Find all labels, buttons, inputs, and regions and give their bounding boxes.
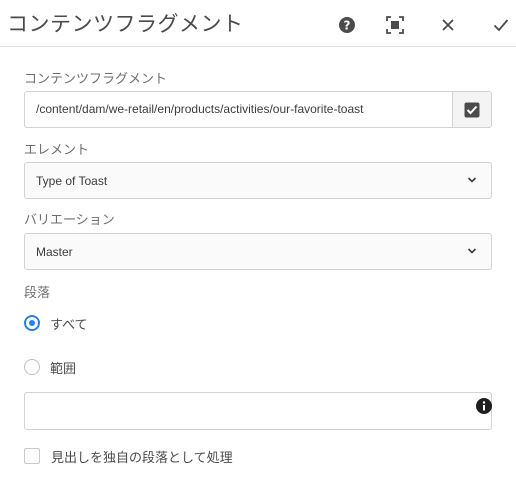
chevron-down-icon [467, 248, 477, 254]
headings-checkbox[interactable] [24, 448, 40, 464]
fragment-path-value[interactable]: /content/dam/we-retail/en/products/activ… [36, 102, 363, 116]
element-select-value: Type of Toast [36, 174, 108, 188]
paragraphs-all-label: すべて [50, 317, 88, 333]
element-select[interactable]: Type of Toast [24, 162, 492, 199]
dialog-header: コンテンツフラグメント ? [0, 0, 516, 47]
dialog-title: コンテンツフラグメント [7, 12, 244, 36]
info-icon[interactable] [476, 398, 492, 414]
paragraphs-range-radio[interactable] [24, 359, 40, 375]
headings-checkbox-row[interactable]: 見出しを独自の段落として処理 [24, 446, 233, 466]
variation-select[interactable]: Master [24, 233, 492, 270]
headings-checkbox-label: 見出しを独自の段落として処理 [51, 450, 233, 466]
paragraphs-all-radio[interactable] [24, 315, 40, 331]
fragment-label: コンテンツフラグメント [24, 72, 168, 87]
fragment-picker-button[interactable] [452, 92, 491, 127]
done-button[interactable] [488, 12, 514, 38]
fragment-path-field[interactable]: /content/dam/we-retail/en/products/activ… [24, 91, 492, 128]
paragraphs-range-label: 範囲 [50, 361, 77, 377]
variation-select-value: Master [36, 245, 73, 259]
fullscreen-button[interactable] [382, 12, 408, 38]
svg-text:?: ? [344, 19, 351, 33]
paragraph-range-input[interactable] [24, 392, 492, 430]
checkmark-icon [493, 19, 509, 32]
close-button[interactable] [435, 12, 461, 38]
help-circle-icon: ? [339, 17, 355, 33]
close-icon [442, 19, 454, 31]
help-button[interactable]: ? [334, 12, 360, 38]
element-label: エレメント [24, 143, 90, 158]
fullscreen-icon [386, 16, 404, 34]
paragraphs-label: 段落 [24, 286, 51, 301]
paragraphs-all-option[interactable]: すべて [24, 313, 88, 333]
chevron-down-icon [467, 177, 477, 183]
checkbox-checked-icon [464, 102, 480, 117]
paragraphs-range-option[interactable]: 範囲 [24, 357, 76, 377]
variation-label: バリエーション [24, 213, 115, 228]
